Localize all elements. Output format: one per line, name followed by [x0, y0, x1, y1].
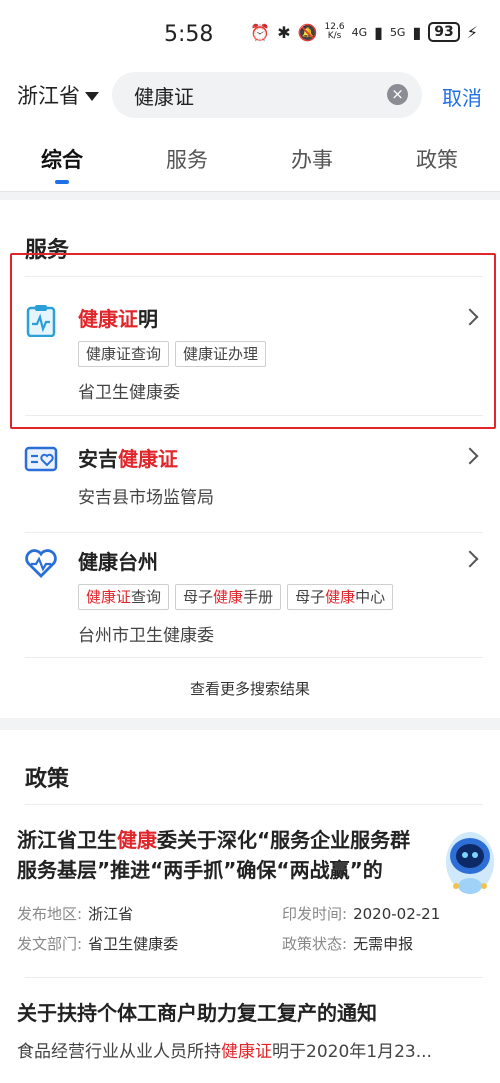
signal-bars-icon-2: ▮	[412, 22, 422, 42]
signal-bars-icon: ▮	[374, 22, 383, 42]
status-time: 5:58	[164, 22, 214, 47]
clear-icon[interactable]: ×	[387, 84, 408, 105]
assistant-robot-icon[interactable]	[444, 824, 496, 904]
search-input[interactable]	[134, 72, 374, 118]
meta-status: 政策状态: 无需申报	[282, 935, 414, 953]
policy-item-desc: 食品经营行业从业人员所持健康证明于2020年1月23...	[17, 1042, 432, 1062]
divider	[25, 804, 483, 805]
alarm-icon: ⏰	[250, 22, 271, 42]
tab-bar: 综合 服务 办事 政策	[0, 128, 500, 192]
charging-icon: ⚡	[466, 22, 478, 42]
tab-policy[interactable]: 政策	[397, 144, 477, 174]
service-item-anji-health-cert[interactable]: 安吉健康证 安吉县市场监管局	[0, 416, 500, 532]
annotation-highlight-box	[10, 253, 496, 429]
tab-affairs[interactable]: 办事	[272, 144, 352, 174]
policy-section: 政策 浙江省卫生健康委关于深化“服务企业服务群 服务基层”推进“两手抓”确保“两…	[0, 730, 500, 1083]
tag-maternal-center[interactable]: 母子健康中心	[287, 584, 394, 610]
service-dept: 台州市卫生健康委	[78, 626, 214, 646]
caret-down-icon	[85, 91, 99, 101]
service-dept: 安吉县市场监管局	[78, 488, 214, 508]
chevron-right-icon	[461, 447, 479, 465]
tab-indicator	[55, 180, 69, 184]
signal-5g: 5G	[389, 25, 406, 39]
id-card-heart-icon	[24, 446, 58, 472]
chevron-right-icon	[461, 550, 479, 568]
tag-row: 健康证查询 母子健康手册 母子健康中心	[78, 584, 394, 610]
meta-dept: 发文部门: 省卫生健康委	[17, 935, 179, 953]
status-bar: 5:58 ⏰ ✱ 🔕 12.6 K/s 4G ▮ 5G ▮ 93 ⚡	[0, 0, 500, 64]
status-icons: ⏰ ✱ 🔕 12.6 K/s 4G ▮ 5G ▮ 93 ⚡	[250, 22, 478, 42]
tab-comprehensive[interactable]: 综合	[22, 144, 102, 174]
search-box: ×	[112, 72, 422, 118]
net-speed: 12.6 K/s	[324, 22, 345, 41]
service-item-health-taizhou[interactable]: 健康台州 健康证查询 母子健康手册 母子健康中心 台州市卫生健康委	[0, 533, 500, 657]
search-header: 浙江省 × 取消	[0, 64, 500, 128]
policy-item-title-line: 服务基层”推进“两手抓”确保“两战赢”的	[17, 858, 383, 882]
meta-date: 印发时间: 2020-02-21	[282, 905, 441, 923]
tab-services[interactable]: 服务	[147, 144, 227, 174]
tag-health-cert-query[interactable]: 健康证查询	[78, 584, 170, 610]
heart-pulse-icon	[25, 549, 57, 578]
service-title: 安吉健康证	[78, 447, 178, 471]
battery-indicator: 93	[428, 22, 460, 42]
divider	[25, 977, 483, 978]
service-title: 健康台州	[78, 550, 158, 574]
policy-item-title-line: 浙江省卫生健康委关于深化“服务企业服务群	[17, 828, 411, 852]
region-selector[interactable]: 浙江省	[17, 80, 99, 110]
tag-maternal-handbook[interactable]: 母子健康手册	[175, 584, 282, 610]
meta-region: 发布地区: 浙江省	[17, 905, 134, 923]
region-label: 浙江省	[17, 84, 80, 108]
divider	[25, 657, 483, 658]
cancel-button[interactable]: 取消	[442, 82, 482, 111]
signal-4g: 4G	[351, 25, 368, 39]
policy-title: 政策	[25, 767, 70, 792]
mute-icon: 🔕	[297, 22, 318, 42]
policy-item-title: 关于扶持个体工商户助力复工复产的通知	[17, 1001, 377, 1025]
more-results-link[interactable]: 查看更多搜索结果	[0, 678, 500, 699]
bluetooth-icon: ✱	[277, 22, 291, 42]
